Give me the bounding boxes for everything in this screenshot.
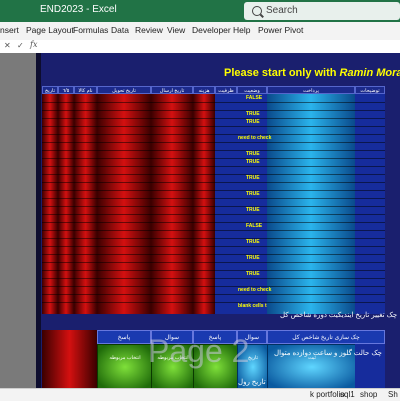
sheet-tab-sh[interactable]: Sh <box>388 390 398 399</box>
status-cell: TRUE <box>246 111 260 117</box>
tab-data[interactable]: Data <box>111 25 129 35</box>
grid-line <box>42 126 385 127</box>
red-column-3 <box>74 94 97 314</box>
grid-line <box>42 254 385 255</box>
red-column-2 <box>58 94 74 314</box>
status-cell: TRUE <box>246 175 260 181</box>
grid-line <box>42 190 385 191</box>
col-header-tarikh-tahvil: تاریخ تحویل <box>97 86 151 94</box>
grid-line <box>42 158 385 159</box>
grid-line <box>42 182 385 183</box>
check-label-1: چک تغییر تاریخ ایندیکیت دوره شاخص کل <box>280 312 398 319</box>
button-label: انتخاب مربوطه <box>109 355 141 361</box>
col-header-tarikh: تاریخ <box>42 86 58 94</box>
formula-bar: ✕ ✓ fx <box>0 40 400 54</box>
search-input[interactable]: Search <box>244 2 400 20</box>
bottom-header-answer-1: پاسخ <box>97 330 151 344</box>
status-cell: TRUE <box>246 239 260 245</box>
red-block-bottom <box>42 330 97 388</box>
grid-line <box>42 214 385 215</box>
tab-help[interactable]: Help <box>233 25 250 35</box>
grid-line <box>42 294 385 295</box>
grid-line <box>42 174 385 175</box>
status-cell: TRUE <box>246 191 260 197</box>
window-title: END2023 - Excel <box>40 4 117 15</box>
col-header-vaziat: وضعیت <box>237 86 267 94</box>
row-headers <box>36 53 41 388</box>
status-cell: need to check <box>238 287 272 293</box>
grid-line <box>42 150 385 151</box>
search-icon <box>252 6 262 16</box>
col-header-pardakht: پرداخت <box>267 86 355 94</box>
sheet-tabs-bar: k portfolio sql1 shop Sh <box>0 388 400 401</box>
grid-line <box>42 270 385 271</box>
status-cell: TRUE <box>246 151 260 157</box>
insert-function-icon[interactable]: fx <box>30 40 37 49</box>
status-cell: FALSE <box>246 95 263 101</box>
status-cell: blank cells t <box>238 303 267 309</box>
tab-formulas[interactable]: Formulas <box>73 25 108 35</box>
red-column-6 <box>193 94 215 314</box>
left-margin <box>0 53 36 388</box>
status-cell: TRUE <box>246 207 260 213</box>
tab-page-layout[interactable]: Page Layout <box>26 25 74 35</box>
status-cell: TRUE <box>246 119 260 125</box>
cancel-icon[interactable]: ✕ <box>4 41 11 50</box>
status-cell: TRUE <box>246 159 260 165</box>
grid-line <box>42 238 385 239</box>
status-column <box>215 94 267 314</box>
col-header-name-kala: نام کالا <box>74 86 97 94</box>
col-header-t-ersal: تاریخ ارسال <box>151 86 193 94</box>
grid-line <box>42 110 385 111</box>
grid-line <box>42 262 385 263</box>
check-label-3: تاریخ رول <box>238 379 266 386</box>
tab-view[interactable]: View <box>167 25 185 35</box>
tab-power-pivot[interactable]: Power Pivot <box>258 25 303 35</box>
grid-line <box>42 142 385 143</box>
ribbon-tabs: nsert Page Layout Formulas Data Review V… <box>0 22 400 41</box>
tab-developer[interactable]: Developer <box>192 25 231 35</box>
enter-icon[interactable]: ✓ <box>17 41 24 50</box>
grid-line <box>42 230 385 231</box>
grid-line <box>42 278 385 279</box>
banner-text: Please start only with Ramin Mora <box>224 67 400 79</box>
grid-line <box>42 206 385 207</box>
col-header-code: ٦/٥ <box>58 86 74 94</box>
status-cell: FALSE <box>246 223 263 229</box>
bottom-header-check: چک سازی تاریخ شاخص کل <box>267 330 385 344</box>
red-column-5 <box>151 94 193 314</box>
green-action-button-1[interactable]: انتخاب مربوطه <box>97 344 153 388</box>
grid-line <box>42 286 385 287</box>
worksheet[interactable]: Please start only with Ramin Mora تاریخ … <box>0 53 400 388</box>
col-header-zarfiat: ظرفیت <box>215 86 237 94</box>
cyan-column <box>267 94 355 314</box>
page-watermark: Page 2 <box>148 333 250 369</box>
status-cell: TRUE <box>246 271 260 277</box>
tab-insert[interactable]: nsert <box>0 25 19 35</box>
red-column-4 <box>97 94 151 314</box>
sheet-tab-shop[interactable]: shop <box>360 390 377 399</box>
status-cell: need to check <box>238 135 272 141</box>
grid-line <box>42 166 385 167</box>
title-bar: END2023 - Excel Search <box>0 0 400 22</box>
col-header-hazine: هزینه <box>193 86 215 94</box>
status-cell: TRUE <box>246 255 260 261</box>
tab-review[interactable]: Review <box>135 25 163 35</box>
search-placeholder: Search <box>266 5 298 16</box>
check-label-2: چک حالت گلوز و ساعت دوازده متوال <box>274 350 382 357</box>
sheet-tab-sql1[interactable]: sql1 <box>340 390 355 399</box>
grid-line <box>42 246 385 247</box>
grid-line <box>42 222 385 223</box>
red-column-1 <box>42 94 58 314</box>
grid-line <box>42 102 385 103</box>
col-header-tozihat: توضیحات <box>355 86 385 94</box>
blue-column-right <box>355 94 385 314</box>
grid-line <box>42 302 385 303</box>
grid-line <box>42 198 385 199</box>
grid-line <box>42 118 385 119</box>
grid-line <box>42 134 385 135</box>
